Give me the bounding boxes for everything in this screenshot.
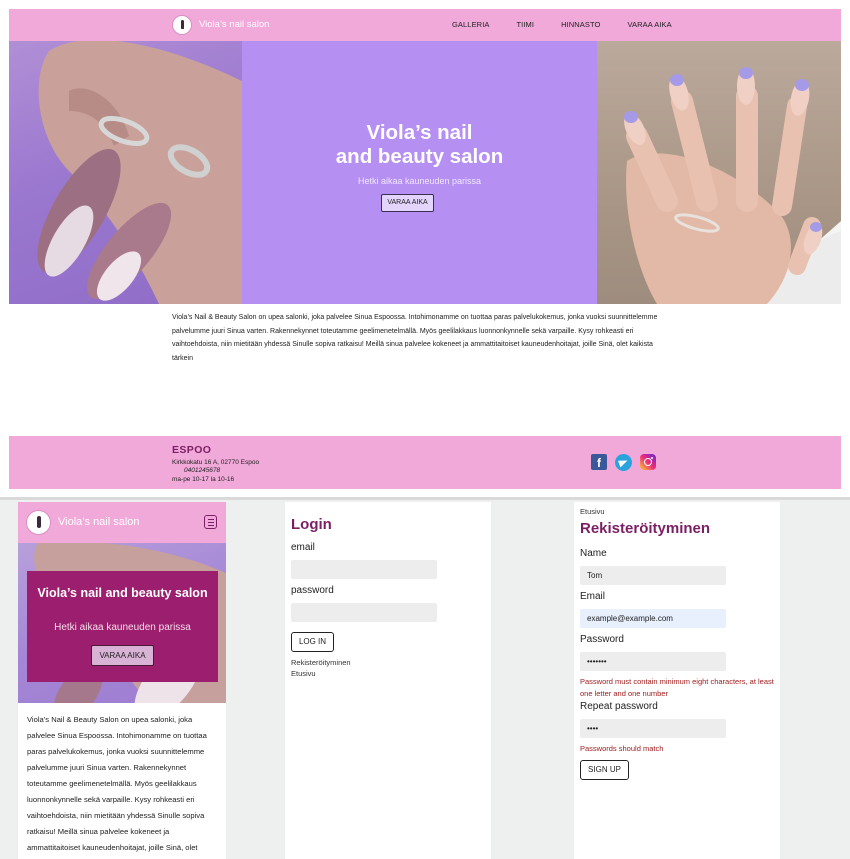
nav-varaa-aika[interactable]: VARAA AIKA [628,20,672,29]
password-label: Password [580,634,624,645]
hero-subtitle: Hetki aikaa kauneuden parissa [357,176,482,186]
nav-tiimi[interactable]: TIIMI [516,20,534,29]
nav-galleria[interactable]: GALLERIA [452,20,489,29]
salon-logo-icon[interactable] [26,510,51,535]
mobile-hero-subtitle: Hetki aikaa kauneuden parissa [54,622,191,633]
mobile-hero: Viola’s nail and beauty salon Hetki aika… [18,543,226,703]
login-panel: Login email password LOG IN Rekisteröity… [285,502,491,859]
footer-hours: ma-pe 10-17 la 10-16 [172,476,235,483]
hamburger-menu-icon[interactable] [204,515,217,529]
register-panel: Etusivu Rekisteröityminen Name Tom Email… [574,502,780,859]
repeat-password-error: Passwords should match [580,744,664,753]
desktop-footer: ESPOO Kirkkokatu 16 A, 02770 Espoo 04012… [9,436,841,489]
hero-image-nails-right [597,41,841,304]
hero-image-nails-left [9,41,242,304]
breadcrumb-home[interactable]: Etusivu [580,507,605,516]
hero-title: Viola’s nail and beauty salon [242,121,597,169]
mobile-brand[interactable]: Viola’s nail salon [58,516,140,528]
salon-logo-icon[interactable] [172,15,192,35]
password-error: Password must contain minimum eight char… [580,677,774,698]
password-input[interactable]: ••••••• [580,652,726,671]
instagram-icon[interactable] [640,454,656,470]
login-password-input[interactable] [291,603,437,622]
email-label: email [291,542,315,553]
login-title: Login [291,516,332,533]
nav-hinnasto[interactable]: HINNASTO [561,20,600,29]
hero-title-line-1: Viola’s nail [366,121,473,144]
name-input[interactable]: Tom [580,566,726,585]
footer-phone: 0401245678 [184,467,221,474]
telegram-icon[interactable] [615,454,632,471]
book-appointment-button[interactable]: VARAA AIKA [381,194,434,212]
footer-city: ESPOO [172,444,212,456]
name-label: Name [580,548,607,559]
desktop-hero: Viola’s nail and beauty salon Hetki aika… [9,41,841,304]
footer-address: Kirkkokatu 16 A, 02770 Espoo [172,459,260,466]
desktop-navbar: Viola’s nail salon GALLERIA TIIMI HINNAS… [9,9,841,41]
repeat-password-input[interactable]: •••• [580,719,726,738]
password-label: password [291,585,334,596]
hero-title-line-2: and beauty salon [335,145,504,168]
register-title: Rekisteröityminen [580,520,711,537]
desktop-nav-links: GALLERIA TIIMI HINNASTO VARAA AIKA [452,20,699,29]
desktop-mockup: Viola’s nail salon GALLERIA TIIMI HINNAS… [0,0,850,497]
facebook-icon[interactable]: f [591,454,607,470]
repeat-password-label: Repeat password [580,701,658,712]
desktop-brand[interactable]: Viola’s nail salon [199,19,269,30]
mobile-navbar: Viola’s nail salon [18,502,226,543]
mobile-intro-text: Viola’s Nail & Beauty Salon on upea salo… [27,715,207,852]
email-label: Email [580,591,606,602]
mobile-mockup: Viola’s nail salon Viola’s nail and beau… [18,502,226,859]
register-link[interactable]: Rekisteröityminen [291,658,351,667]
login-email-input[interactable] [291,560,437,579]
mobile-hero-title: Viola’s nail and beauty salon [37,586,208,600]
hero-center-panel: Viola’s nail and beauty salon Hetki aika… [242,41,597,304]
desktop-intro-text: Viola’s Nail & Beauty Salon on upea salo… [172,314,658,362]
email-input[interactable]: example@example.com [580,609,726,628]
mobile-book-appointment-button[interactable]: VARAA AIKA [91,645,154,666]
sign-up-button[interactable]: SIGN UP [580,760,629,780]
mobile-hero-card: Viola’s nail and beauty salon Hetki aika… [27,571,218,682]
login-button[interactable]: LOG IN [291,632,334,652]
home-link[interactable]: Etusivu [291,669,316,678]
social-links: f [591,454,656,471]
